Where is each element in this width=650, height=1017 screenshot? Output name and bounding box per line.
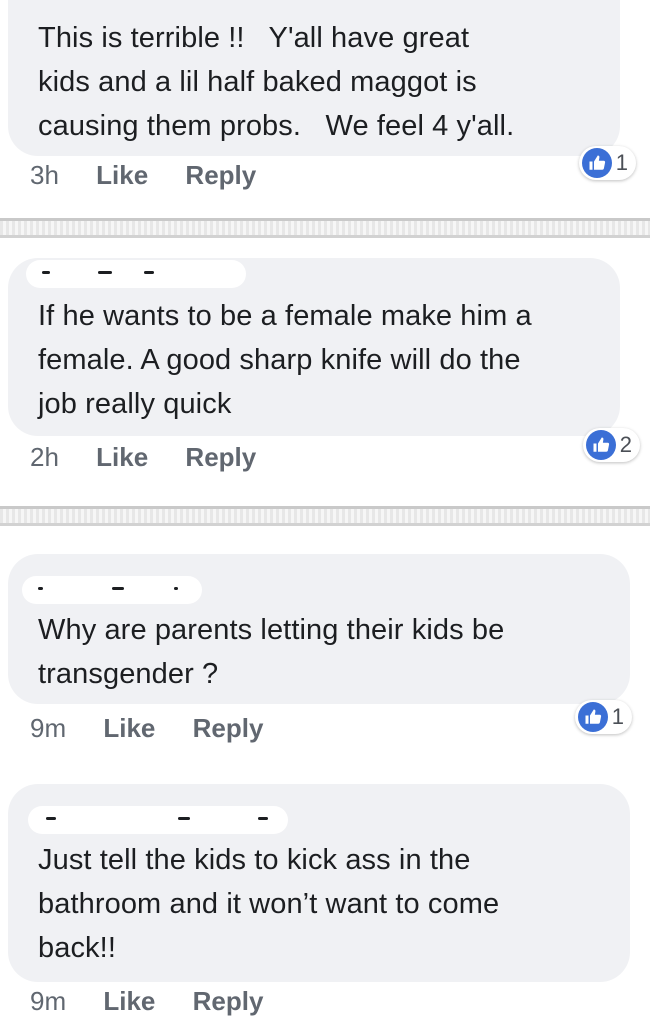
thumbs-up-icon	[581, 148, 612, 178]
comment-actions: 9m Like Reply	[30, 986, 293, 1017]
comment-timestamp: 3h	[30, 160, 59, 190]
reaction-pill[interactable]: 2	[582, 428, 640, 462]
reaction-pill[interactable]: 1	[574, 700, 632, 734]
comment-text: Just tell the kids to kick ass in the ba…	[38, 844, 500, 964]
reaction-count: 1	[615, 150, 628, 175]
comment-timestamp: 2h	[30, 442, 59, 472]
reply-link[interactable]: Reply	[193, 713, 264, 743]
comment-bubble[interactable]: Why are parents letting their kids be tr…	[8, 554, 630, 704]
comment-4: Just tell the kids to kick ass in the ba…	[0, 780, 650, 1016]
comment-timestamp: 9m	[30, 713, 67, 743]
redacted-author-name	[22, 576, 202, 604]
reply-link[interactable]: Reply	[185, 442, 256, 472]
like-link[interactable]: Like	[96, 442, 148, 472]
redacted-author-name	[26, 260, 246, 288]
reaction-count: 2	[619, 432, 632, 457]
redacted-author-name	[28, 806, 288, 834]
like-link[interactable]: Like	[103, 713, 155, 743]
reaction-counter[interactable]: 2	[582, 428, 640, 462]
reply-link[interactable]: Reply	[185, 160, 256, 190]
reaction-counter[interactable]: 1	[578, 146, 636, 180]
comment-text: If he wants to be a female make him a fe…	[38, 300, 532, 420]
comment-text: Why are parents letting their kids be tr…	[38, 614, 505, 690]
comment-timestamp: 9m	[30, 986, 67, 1016]
like-link[interactable]: Like	[96, 160, 148, 190]
comment-bubble[interactable]: Just tell the kids to kick ass in the ba…	[8, 784, 630, 982]
comment-bubble[interactable]: If he wants to be a female make him a fe…	[8, 258, 620, 436]
comment-1: This is terrible !! Y'all have great kid…	[0, 0, 650, 215]
comment-actions: 9m Like Reply	[30, 713, 293, 744]
reaction-pill[interactable]: 1	[578, 146, 636, 180]
comment-2: If he wants to be a female make him a fe…	[0, 240, 650, 505]
comment-actions: 2h Like Reply	[30, 442, 286, 473]
comment-divider	[0, 506, 650, 526]
like-link[interactable]: Like	[103, 986, 155, 1016]
comment-divider	[0, 218, 650, 238]
comment-text: This is terrible !! Y'all have great kid…	[38, 22, 515, 142]
comment-actions: 3h Like Reply	[30, 160, 286, 191]
thumbs-up-icon	[585, 430, 616, 460]
comment-bubble[interactable]: This is terrible !! Y'all have great kid…	[8, 0, 620, 156]
thumbs-up-icon	[577, 702, 608, 732]
reply-link[interactable]: Reply	[193, 986, 264, 1016]
reaction-count: 1	[611, 704, 624, 729]
reaction-counter[interactable]: 1	[574, 700, 632, 734]
comment-3: Why are parents letting their kids be tr…	[0, 540, 650, 780]
